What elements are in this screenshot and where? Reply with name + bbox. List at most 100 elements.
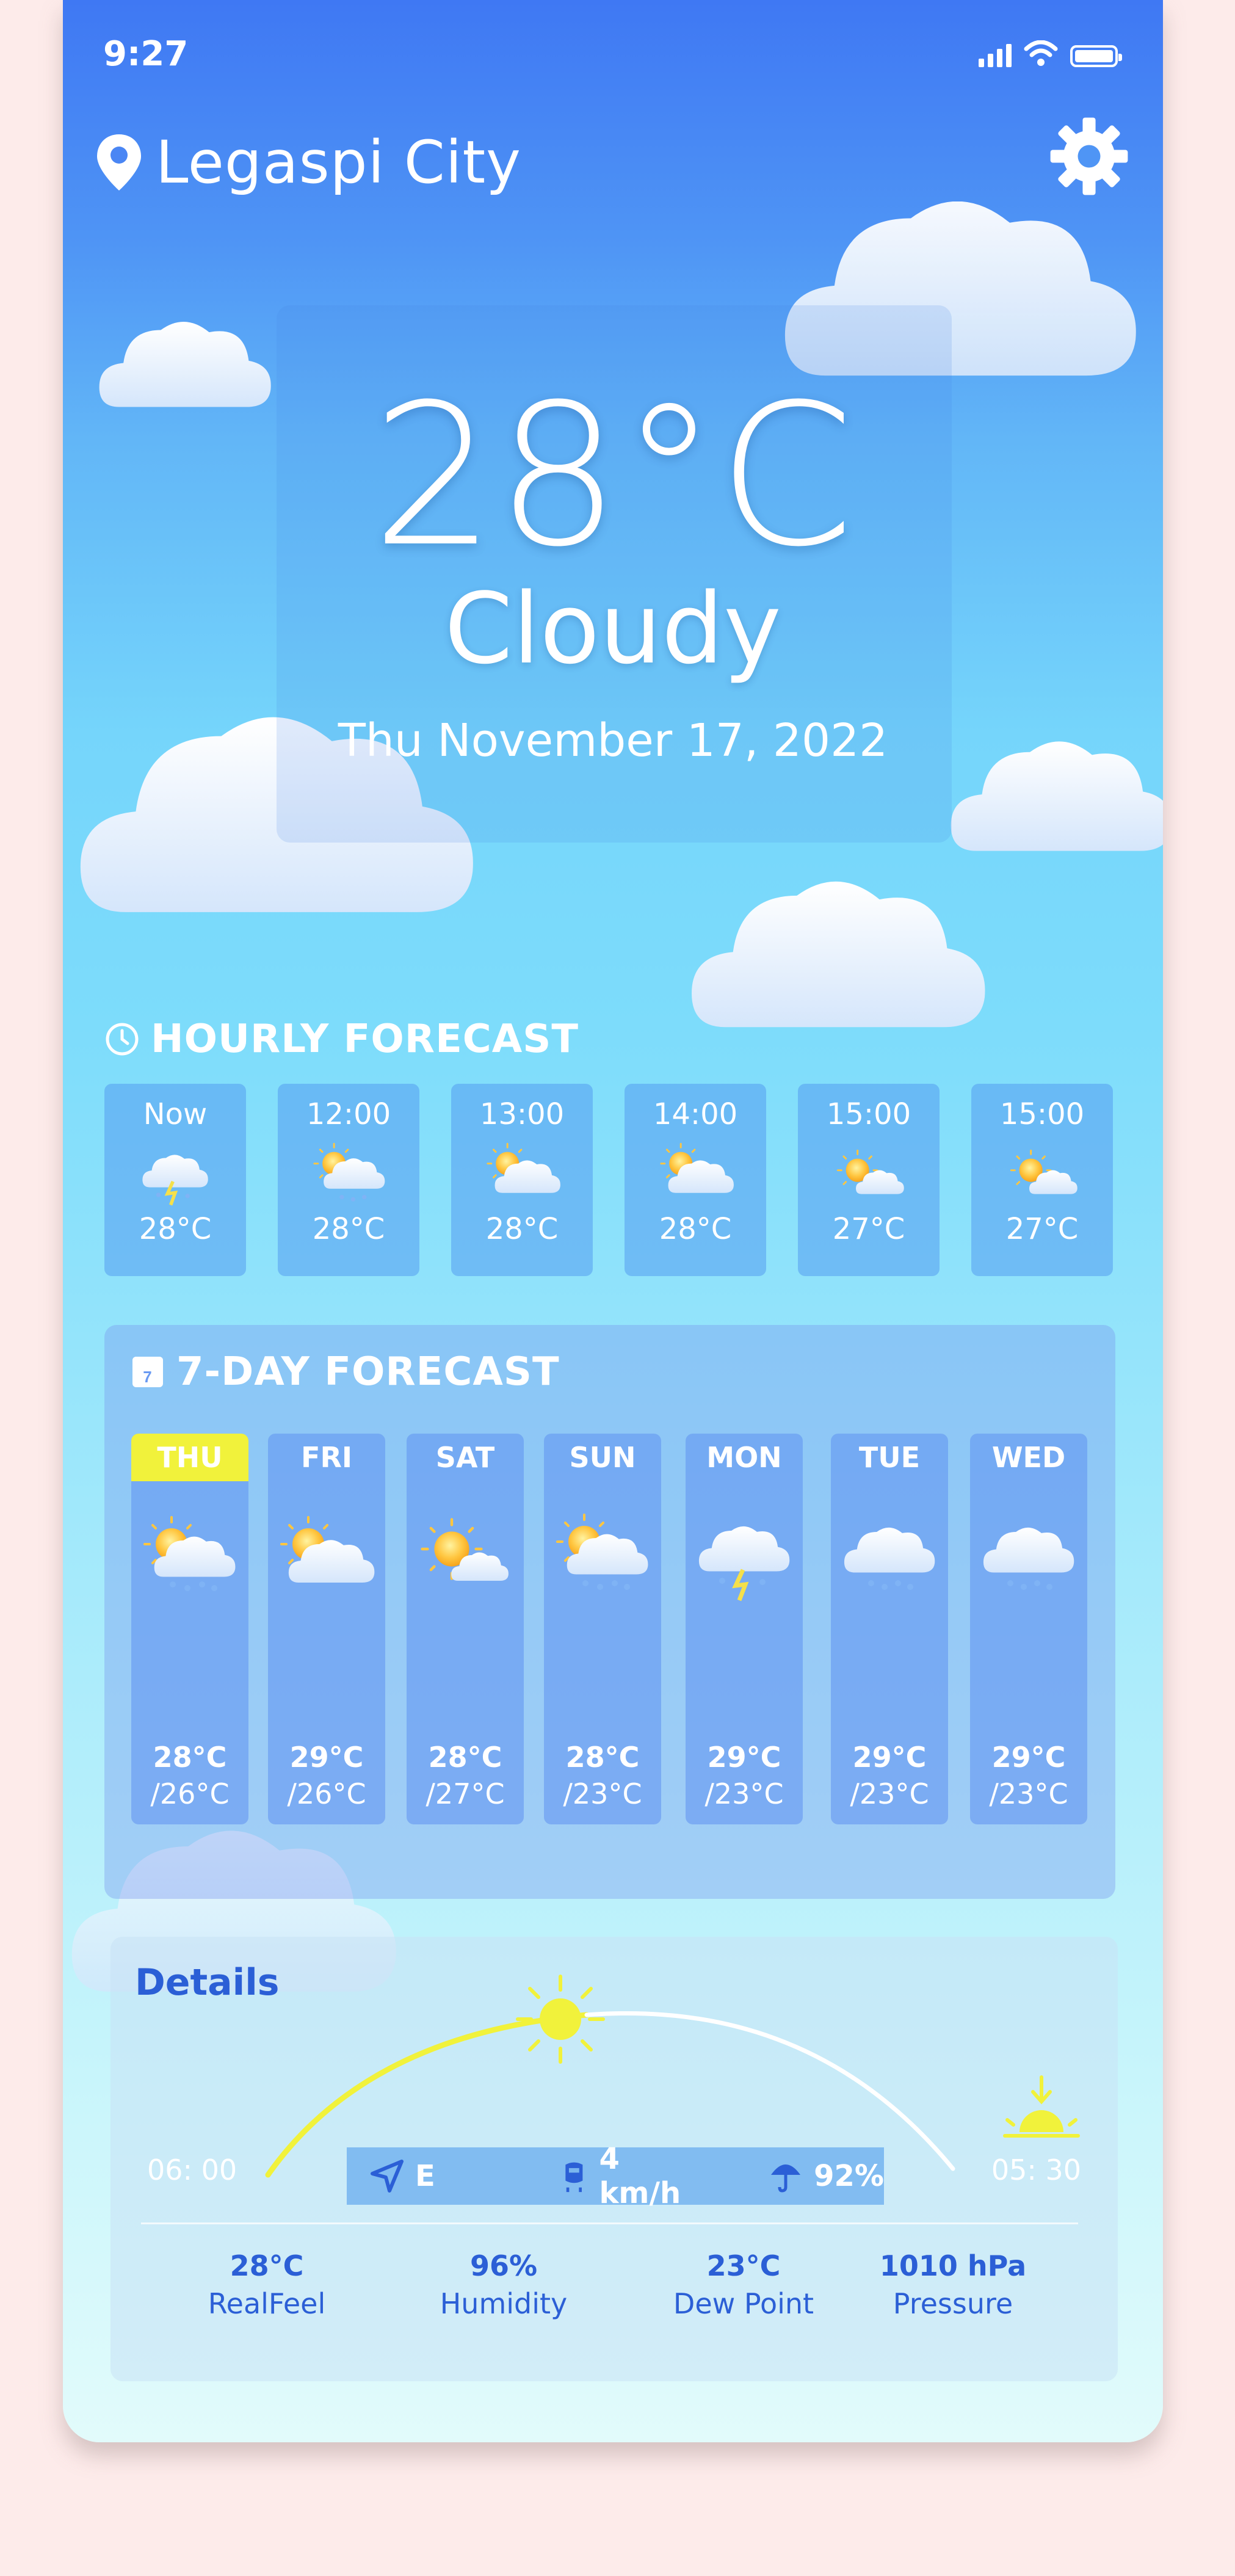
- day-forecast-card[interactable]: FRI 29°C /26°C: [268, 1434, 385, 1824]
- hourly-time: 15:00: [999, 1097, 1085, 1131]
- hourly-temp: 28°C: [659, 1212, 732, 1246]
- day-low: /26°C: [150, 1777, 230, 1810]
- cloud-lightning-icon: [698, 1526, 790, 1602]
- hourly-temp: 28°C: [485, 1212, 559, 1246]
- wifi-icon: [1024, 40, 1058, 66]
- day-forecast-card[interactable]: TUE 29°C /23°C: [831, 1434, 948, 1824]
- navigation-arrow-icon: [371, 2160, 404, 2193]
- wind-info-bar: E 4 km/h 92%: [347, 2142, 884, 2210]
- day-high: 29°C: [852, 1741, 927, 1774]
- details-panel: Details 06: 00 05: 30 E 4 km/h 92% 28°C …: [110, 1937, 1118, 2381]
- day-label: WED: [991, 1441, 1066, 1474]
- day-low: /23°C: [704, 1777, 784, 1810]
- hourly-item[interactable]: Now 28°C: [104, 1084, 246, 1276]
- wind-speed-value: 4 km/h: [599, 2142, 681, 2210]
- cloud-rain-icon: [983, 1527, 1074, 1590]
- stat-value: 28°C: [230, 2249, 304, 2282]
- stat-humidity: 96% Humidity: [400, 2249, 607, 2320]
- day-forecast-card[interactable]: MON 29°C /23°C: [686, 1434, 803, 1824]
- day-label: SAT: [435, 1441, 495, 1474]
- cloud-rain-lightning-icon: [142, 1155, 208, 1206]
- hourly-temp: 28°C: [139, 1212, 212, 1246]
- cellular-signal-icon: [979, 43, 1012, 67]
- partly-cloudy-icon: [487, 1142, 560, 1193]
- status-icons: [979, 40, 1122, 67]
- partly-cloudy-icon: [1010, 1149, 1077, 1194]
- hourly-time: Now: [143, 1097, 208, 1131]
- day-low: /26°C: [287, 1777, 366, 1810]
- wind-speed: 4 km/h: [560, 2142, 704, 2210]
- day-forecast-card[interactable]: SAT 28°C /27°C: [407, 1434, 524, 1824]
- hourly-time: 15:00: [826, 1097, 911, 1131]
- day-high: 29°C: [707, 1741, 781, 1774]
- stat-value: 1010 hPa: [879, 2249, 1027, 2282]
- hourly-time: 14:00: [653, 1097, 738, 1131]
- day-label: SUN: [569, 1441, 636, 1474]
- day-forecast-card[interactable]: THU 28°C /26°C: [131, 1434, 248, 1824]
- partly-cloudy-icon: [660, 1142, 734, 1193]
- clock-icon: [106, 1023, 139, 1056]
- wind-direction: E: [370, 2159, 435, 2193]
- partly-cloudy-icon: [280, 1516, 375, 1583]
- hourly-forecast-heading: HOURLY FORECAST: [104, 1017, 579, 1062]
- sky-cloud: [692, 881, 985, 1028]
- partly-cloudy-rain-icon: [143, 1516, 236, 1591]
- stat-name: Pressure: [893, 2287, 1013, 2320]
- seven-day-forecast-title: 7-DAY FORECAST: [176, 1349, 560, 1395]
- hourly-item[interactable]: 12:00 28°C: [278, 1084, 419, 1276]
- stat-dew-point: 23°C Dew Point: [640, 2249, 847, 2320]
- partly-cloudy-rain-icon: [556, 1514, 648, 1590]
- location-header[interactable]: Legaspi City: [95, 128, 521, 197]
- hourly-item[interactable]: 14:00 28°C: [625, 1084, 766, 1276]
- day-label: FRI: [301, 1441, 352, 1474]
- hourly-temp: 27°C: [832, 1212, 905, 1246]
- settings-gear-icon[interactable]: [1049, 116, 1129, 197]
- stat-name: Dew Point: [673, 2287, 814, 2320]
- day-low: /23°C: [563, 1777, 642, 1810]
- umbrella-icon: [771, 2164, 801, 2193]
- day-label: TUE: [858, 1441, 921, 1474]
- rain-chance: 92%: [769, 2159, 884, 2193]
- hourly-item[interactable]: 15:00 27°C: [798, 1084, 940, 1276]
- sunset-time: 05: 30: [991, 2153, 1081, 2186]
- details-divider: [141, 2222, 1078, 2224]
- sunset-icon: [1003, 2075, 1080, 2138]
- wind-speed-icon: [565, 2162, 583, 2193]
- hourly-forecast-title: HOURLY FORECAST: [151, 1017, 579, 1062]
- sunrise-time: 06: 00: [147, 2153, 237, 2186]
- day-label: THU: [131, 1434, 248, 1481]
- sun-position-icon: [516, 1975, 605, 2064]
- hourly-item[interactable]: 15:00 27°C: [971, 1084, 1113, 1276]
- hourly-time: 13:00: [479, 1097, 565, 1131]
- partly-cloudy-rain-icon: [313, 1142, 385, 1202]
- location-name: Legaspi City: [156, 128, 521, 197]
- rain-chance-value: 92%: [814, 2159, 884, 2193]
- day-high: 28°C: [153, 1741, 227, 1774]
- hourly-item[interactable]: 13:00 28°C: [451, 1084, 593, 1276]
- hourly-temp: 28°C: [312, 1212, 385, 1246]
- wind-direction-value: E: [415, 2159, 435, 2193]
- day-high: 29°C: [991, 1741, 1066, 1774]
- stat-realfeel: 28°C RealFeel: [163, 2249, 371, 2320]
- day-high: 28°C: [428, 1741, 502, 1774]
- weather-app-screen: 9:27 Legaspi City 28°C Cloudy Thu Novemb…: [63, 0, 1163, 2442]
- cloud-rain-icon: [844, 1527, 935, 1590]
- day-low: /27°C: [426, 1777, 505, 1810]
- hourly-temp: 27°C: [1005, 1212, 1079, 1246]
- current-temperature: 28°C: [371, 363, 855, 590]
- partly-cloudy-icon: [836, 1149, 904, 1194]
- hourly-forecast-list: Now 28°C 12:00 28°C 13:00 28°C 14:00 28°…: [104, 1084, 1115, 1276]
- day-forecast-card[interactable]: SUN 28°C /23°C: [544, 1434, 661, 1824]
- location-pin-icon: [97, 134, 141, 190]
- stat-name: RealFeel: [208, 2287, 326, 2320]
- seven-day-forecast-panel: 7 7-DAY FORECAST THU 28°C /26°C FRI 29°C…: [104, 1325, 1115, 1899]
- battery-icon: [1070, 45, 1122, 67]
- svg-text:7: 7: [143, 1368, 152, 1386]
- partly-cloudy-icon: [413, 1512, 509, 1581]
- hourly-time: 12:00: [306, 1097, 391, 1131]
- day-forecast-card[interactable]: WED 29°C /23°C: [970, 1434, 1087, 1824]
- day-high: 28°C: [565, 1741, 640, 1774]
- day-label: MON: [706, 1441, 782, 1474]
- current-date: Thu November 17, 2022: [338, 714, 888, 767]
- day-low: /23°C: [850, 1777, 929, 1810]
